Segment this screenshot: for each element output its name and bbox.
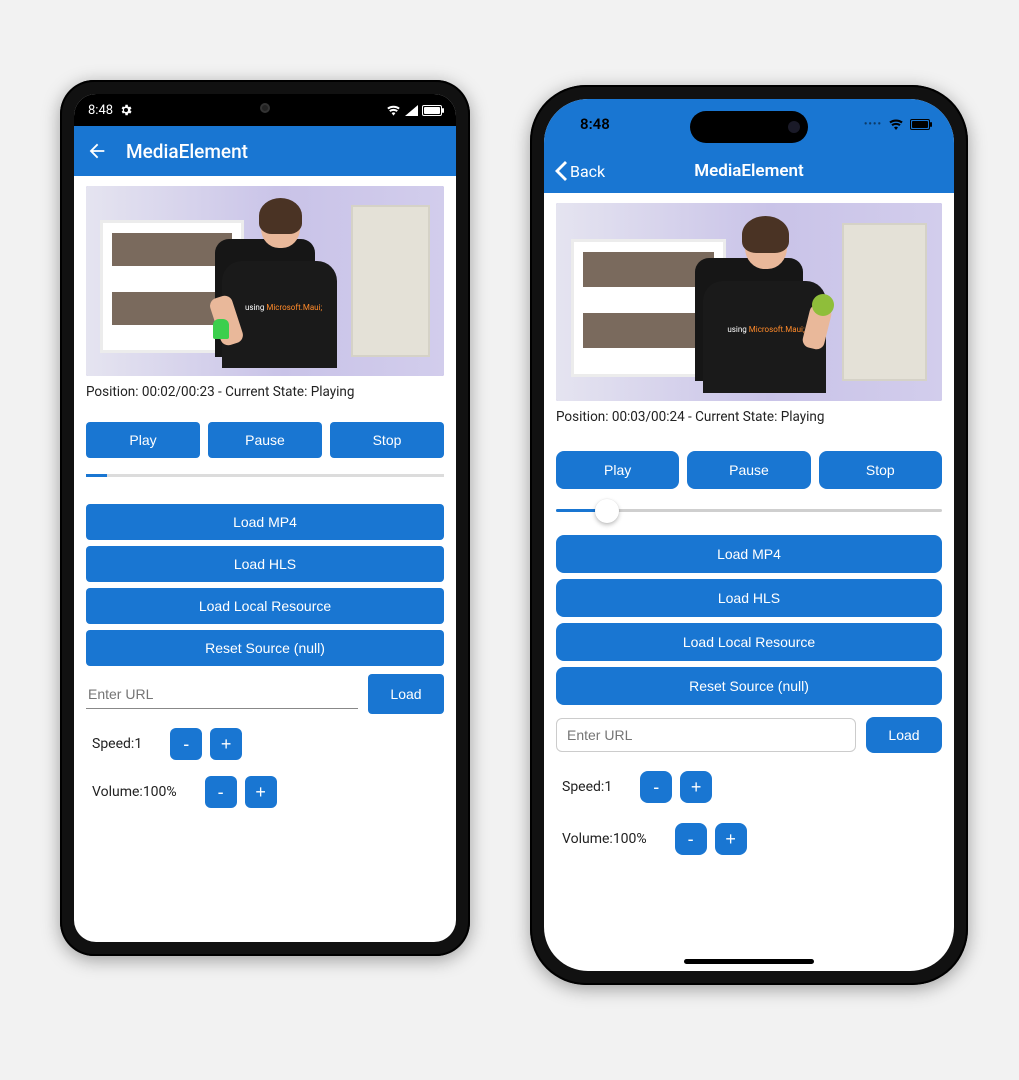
pause-button[interactable]: Pause [208, 422, 322, 458]
speed-label: Speed:1 [562, 779, 612, 795]
stop-button[interactable]: Stop [330, 422, 444, 458]
video-player[interactable]: using Microsoft.Maui; [86, 186, 444, 376]
wifi-icon [386, 104, 401, 116]
app-header: MediaElement [74, 126, 456, 176]
speed-label: Speed:1 [92, 736, 142, 752]
load-mp4-button[interactable]: Load MP4 [86, 504, 444, 540]
android-figurine-icon [213, 319, 229, 339]
video-player[interactable]: using Microsoft.Maui; [556, 203, 942, 401]
ios-content: using Microsoft.Maui; Position: 00:03/00… [544, 193, 954, 855]
load-url-button[interactable]: Load [866, 717, 942, 753]
signal-icon [405, 105, 418, 116]
position-status: Position: 00:03/00:24 - Current State: P… [556, 409, 942, 425]
android-screen: 8:48 MediaElement using Microsoft. [74, 94, 456, 942]
chevron-left-icon [554, 161, 568, 181]
android-nav-bar[interactable] [210, 932, 320, 936]
position-status: Position: 00:02/00:23 - Current State: P… [86, 384, 444, 400]
ios-screen: 8:48 •••• Back MediaElement [544, 99, 954, 971]
volume-label: Volume:100% [562, 831, 647, 847]
load-url-button[interactable]: Load [368, 674, 444, 714]
speed-decrease-button[interactable]: - [640, 771, 672, 803]
cellular-icon: •••• [864, 119, 882, 130]
battery-icon [910, 119, 930, 130]
dynamic-island [690, 111, 808, 143]
volume-decrease-button[interactable]: - [675, 823, 707, 855]
load-local-button[interactable]: Load Local Resource [556, 623, 942, 661]
battery-icon [422, 105, 442, 116]
volume-increase-button[interactable]: + [715, 823, 747, 855]
volume-decrease-button[interactable]: - [205, 776, 237, 808]
reset-source-button[interactable]: Reset Source (null) [86, 630, 444, 666]
position-slider[interactable] [86, 466, 444, 484]
gear-icon [119, 103, 133, 117]
speed-decrease-button[interactable]: - [170, 728, 202, 760]
app-header: Back MediaElement [544, 149, 954, 193]
reset-source-button[interactable]: Reset Source (null) [556, 667, 942, 705]
speed-increase-button[interactable]: + [210, 728, 242, 760]
load-hls-button[interactable]: Load HLS [86, 546, 444, 582]
back-arrow-icon[interactable] [86, 140, 108, 162]
page-title: MediaElement [694, 161, 803, 181]
url-input[interactable] [556, 718, 856, 752]
android-device-frame: 8:48 MediaElement using Microsoft. [60, 80, 470, 956]
url-input[interactable] [86, 680, 358, 709]
load-mp4-button[interactable]: Load MP4 [556, 535, 942, 573]
status-time: 8:48 [88, 103, 113, 118]
back-button[interactable]: Back [554, 149, 605, 193]
position-slider[interactable] [556, 497, 942, 527]
ios-home-indicator[interactable] [684, 959, 814, 964]
page-title: MediaElement [126, 140, 248, 163]
volume-increase-button[interactable]: + [245, 776, 277, 808]
apple-icon [812, 294, 834, 316]
volume-label: Volume:100% [92, 784, 177, 800]
status-time: 8:48 [580, 115, 610, 133]
play-button[interactable]: Play [86, 422, 200, 458]
android-camera-hole [260, 103, 270, 113]
ios-device-frame: 8:48 •••• Back MediaElement [530, 85, 968, 985]
android-content: using Microsoft.Maui; Position: 00:02/00… [74, 176, 456, 808]
speed-increase-button[interactable]: + [680, 771, 712, 803]
stop-button[interactable]: Stop [819, 451, 942, 489]
load-hls-button[interactable]: Load HLS [556, 579, 942, 617]
wifi-icon [888, 118, 904, 130]
pause-button[interactable]: Pause [687, 451, 810, 489]
load-local-button[interactable]: Load Local Resource [86, 588, 444, 624]
play-button[interactable]: Play [556, 451, 679, 489]
